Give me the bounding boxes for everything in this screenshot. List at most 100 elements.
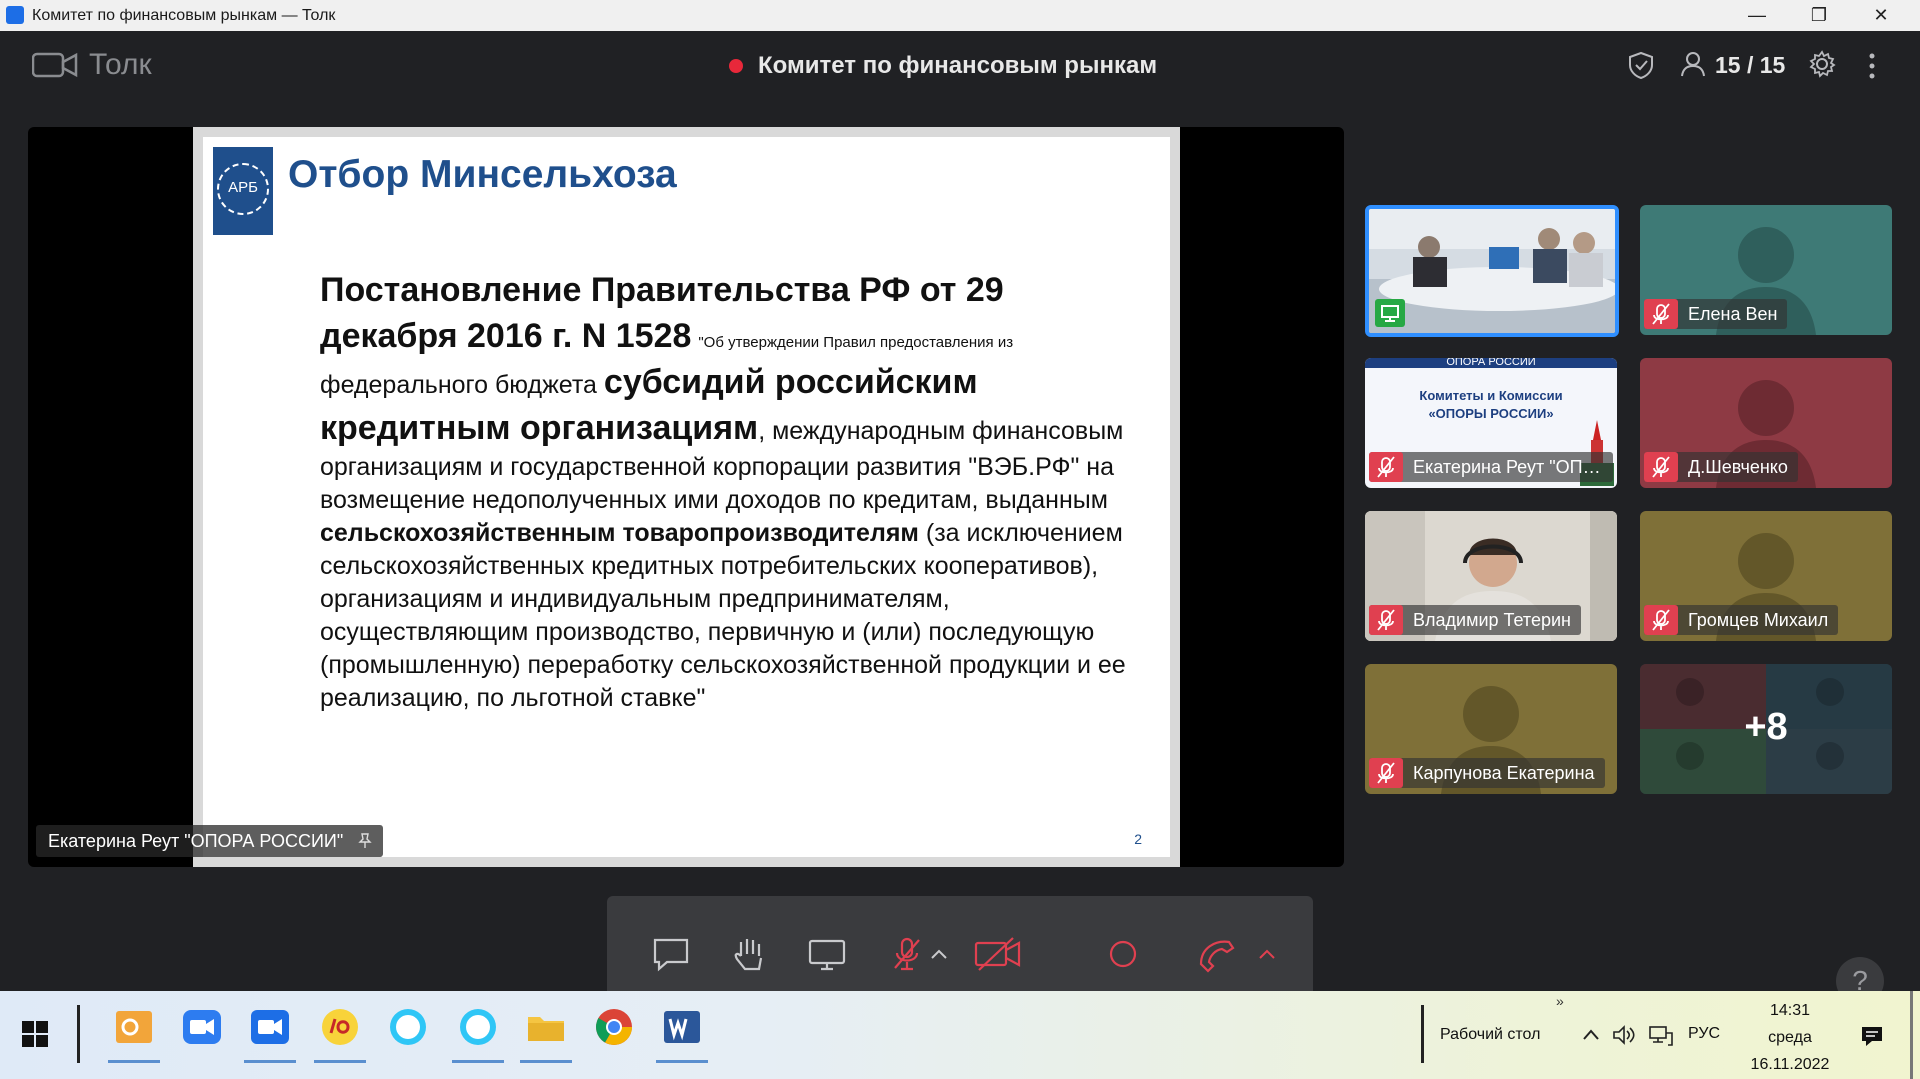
participant-tile[interactable]: Елена Вен xyxy=(1640,205,1892,335)
taskbar-app[interactable] xyxy=(180,1005,224,1049)
participant-tile[interactable]: Карпунова Екатерина xyxy=(1365,664,1617,794)
mic-off-badge xyxy=(1644,605,1678,635)
minimize-button[interactable]: — xyxy=(1726,0,1788,31)
mic-off-icon xyxy=(1652,609,1670,631)
record-icon[interactable] xyxy=(1103,934,1143,974)
mic-off-badge xyxy=(1644,299,1678,329)
taskbar-app[interactable] xyxy=(314,1005,366,1063)
room-video xyxy=(1369,209,1615,333)
taskbar: » Рабочий стол РУС 14:31 среда 16.11.202… xyxy=(0,991,1920,1079)
taskbar-app[interactable] xyxy=(108,1005,160,1063)
screen-share-badge xyxy=(1375,299,1405,327)
mic-off-badge xyxy=(1369,605,1403,635)
video-app-icon xyxy=(183,1010,221,1044)
phone-icon[interactable] xyxy=(1195,934,1241,974)
chrome-icon xyxy=(596,1009,632,1045)
bitrix24-icon xyxy=(390,1009,426,1045)
desktop-toolbar-label[interactable]: Рабочий стол xyxy=(1440,1026,1540,1044)
slide-page-number: 2 xyxy=(1134,831,1142,847)
system-clock[interactable]: 14:31 среда 16.11.2022 xyxy=(1740,997,1840,1078)
pin-icon[interactable] xyxy=(357,833,373,849)
slide-text-1: федерального бюджета xyxy=(320,371,597,399)
screen-icon[interactable] xyxy=(807,934,847,974)
volume-icon[interactable] xyxy=(1612,1025,1636,1045)
windows-start-icon[interactable] xyxy=(22,1021,48,1047)
taskbar-divider xyxy=(77,1005,80,1063)
app-window: Толк Комитет по финансовым рынкам 15 / 1… xyxy=(0,31,1920,1012)
network-icon[interactable] xyxy=(1648,1025,1674,1047)
presenter-label: Екатерина Реут "ОПОРА РОССИИ" xyxy=(36,825,384,857)
monitor-icon xyxy=(1381,305,1399,322)
active-underline xyxy=(520,1060,572,1063)
active-underline xyxy=(314,1060,366,1063)
shield-icon[interactable] xyxy=(1628,51,1654,79)
slide-frame: АРБ Отбор Минсельхоза Постановление Прав… xyxy=(193,127,1180,867)
mic-off-badge xyxy=(1644,452,1678,482)
more-options-icon[interactable] xyxy=(1862,51,1882,81)
tolk-app-icon xyxy=(251,1010,289,1044)
participant-tile-room[interactable] xyxy=(1365,205,1619,337)
banner-line-1: Комитеты и Комиссии xyxy=(1419,388,1563,403)
participant-name: Екатерина Реут "ОПОРА РОССИИ" xyxy=(1369,452,1613,482)
participant-tile-video[interactable]: Владимир Тетерин xyxy=(1365,511,1617,641)
mic-off-badge xyxy=(1369,758,1403,788)
slide-quote-start: "Об утверждении Правил предоставления из xyxy=(698,334,1014,351)
taskbar-app[interactable] xyxy=(244,1005,296,1063)
participant-tile[interactable]: Громцев Михаил xyxy=(1640,511,1892,641)
bitrix24-icon xyxy=(460,1009,496,1045)
shared-screen[interactable]: АРБ Отбор Минсельхоза Постановление Прав… xyxy=(28,127,1344,867)
banner-top-text: ОПОРА РОССИИ xyxy=(1446,358,1536,368)
chevron-up-icon[interactable] xyxy=(929,934,949,974)
1c-icon xyxy=(322,1009,358,1045)
mic-off-icon xyxy=(1377,609,1395,631)
mic-off-icon[interactable] xyxy=(887,934,927,974)
presenter-name: Екатерина Реут "ОПОРА РОССИИ" xyxy=(48,831,344,851)
mic-off-icon xyxy=(1652,456,1670,478)
chevron-up-icon[interactable] xyxy=(1582,1027,1600,1043)
more-participants-tile[interactable]: +8 xyxy=(1640,664,1892,794)
camera-logo-icon xyxy=(32,52,78,78)
camera-off-icon[interactable] xyxy=(973,934,1023,974)
taskbar-app[interactable] xyxy=(452,1005,504,1063)
clock-time: 14:31 xyxy=(1769,1002,1811,1019)
recording-indicator xyxy=(729,59,743,73)
chevron-up-icon[interactable] xyxy=(1257,934,1277,974)
mic-off-icon xyxy=(1652,303,1670,325)
slide-text-4: сельскохозяйственным товаропроизводителя… xyxy=(320,519,919,547)
participant-name: Карпунова Екатерина xyxy=(1369,758,1605,788)
active-underline xyxy=(108,1060,160,1063)
mic-off-icon xyxy=(1377,456,1395,478)
taskbar-divider xyxy=(1421,1005,1424,1063)
close-button[interactable]: ✕ xyxy=(1850,0,1912,31)
hand-icon[interactable] xyxy=(729,934,769,974)
participant-tile[interactable]: Д.Шевченко xyxy=(1640,358,1892,488)
presentation-slide: АРБ Отбор Минсельхоза Постановление Прав… xyxy=(203,137,1170,857)
participants-count[interactable]: 15 / 15 xyxy=(1715,52,1785,79)
word-icon xyxy=(664,1011,700,1043)
slide-title: Отбор Минсельхоза xyxy=(288,153,677,196)
language-indicator[interactable]: РУС xyxy=(1688,1025,1720,1043)
taskbar-app[interactable] xyxy=(656,1005,708,1063)
restore-button[interactable]: ❐ xyxy=(1788,0,1850,31)
gear-icon[interactable] xyxy=(1808,50,1836,78)
mic-off-icon xyxy=(1377,762,1395,784)
taskbar-app[interactable] xyxy=(520,1005,572,1063)
more-count: +8 xyxy=(1744,706,1788,748)
taskbar-app[interactable] xyxy=(386,1005,430,1049)
participant-tile-banner[interactable]: ОПОРА РОССИИ Комитеты и Комиссии «ОПОРЫ … xyxy=(1365,358,1617,488)
notifications-icon[interactable] xyxy=(1860,1025,1884,1047)
meeting-header: Толк Комитет по финансовым рынкам 15 / 1… xyxy=(0,31,1920,99)
active-underline xyxy=(244,1060,296,1063)
chat-icon[interactable] xyxy=(651,934,691,974)
bank-logo: АРБ xyxy=(213,147,273,235)
taskbar-app[interactable] xyxy=(592,1005,636,1049)
meeting-title: Комитет по финансовым рынкам xyxy=(758,52,1158,79)
outlook-icon xyxy=(116,1011,152,1043)
show-desktop-edge[interactable] xyxy=(1910,991,1913,1079)
slide-body: Постановление Правительства РФ от 29 дек… xyxy=(320,267,1150,715)
folder-icon xyxy=(528,1017,564,1041)
window-title: Комитет по финансовым рынкам — Толк xyxy=(32,7,336,24)
active-underline xyxy=(452,1060,504,1063)
overflow-chevron[interactable]: » xyxy=(1556,993,1564,1009)
participants-icon[interactable] xyxy=(1680,50,1706,78)
